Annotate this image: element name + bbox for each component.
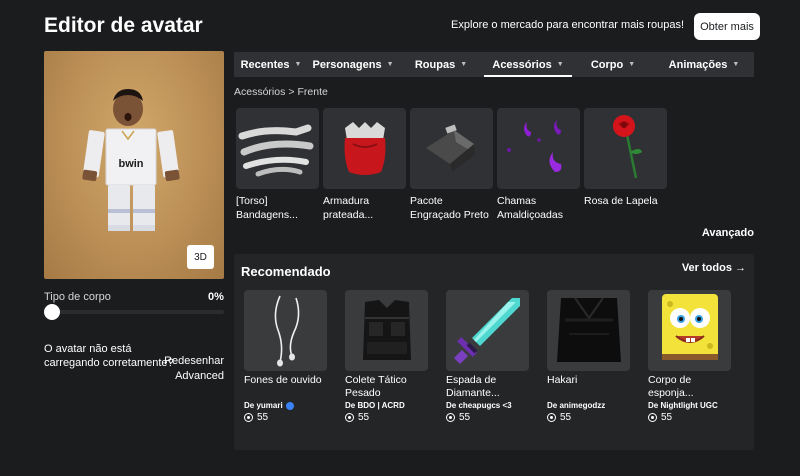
recommended-item[interactable]: Fones de ouvido De yumari 55 (244, 290, 327, 423)
accessory-item[interactable]: [Torso] Bandagens... (236, 108, 319, 222)
avatar-issue-text: O avatar não está carregando corretament… (44, 343, 174, 369)
accessory-item-name: [Torso] Bandagens... (236, 195, 298, 221)
earphones-icon (244, 290, 327, 371)
recommended-title: Recomendado (241, 264, 331, 279)
accessory-item[interactable]: Rosa de Lapela (584, 108, 667, 208)
recommended-item[interactable]: Corpo de esponja... De Nightlight UGC 55 (648, 290, 731, 423)
breadcrumb: Acessórios > Frente (234, 86, 328, 98)
chevron-down-icon: ▼ (294, 61, 302, 68)
accessory-item-name: Pacote Engraçado Preto (410, 195, 489, 221)
recommended-item-name: Fones de ouvido (244, 374, 322, 386)
avatar-shirt-text: bwin (118, 158, 143, 170)
sponge-body-icon (648, 290, 731, 371)
chevron-down-icon: ▼ (628, 61, 636, 68)
body-type-slider-thumb[interactable] (44, 304, 60, 320)
tab-corpo[interactable]: Corpo ▼ (572, 52, 654, 77)
breadcrumb-parent[interactable]: Acessórios (234, 86, 285, 98)
accessory-item[interactable]: Chamas Amaldiçoadas (497, 108, 580, 222)
robux-icon (345, 413, 354, 422)
black-pack-icon (410, 108, 493, 189)
recommended-item-name: Colete Tático Pesado (345, 374, 407, 399)
accessory-item-name: Chamas Amaldiçoadas (497, 195, 563, 221)
recommended-item-price: 55 (547, 412, 630, 423)
robux-icon (244, 413, 253, 422)
bandages-icon (236, 108, 319, 189)
robux-icon (648, 413, 657, 422)
recommended-item-price: 55 (244, 412, 327, 423)
recommended-item[interactable]: Colete Tático Pesado De BDO | ACRD 55 (345, 290, 428, 423)
page-title: Editor de avatar (44, 14, 203, 37)
recommended-item-name: Hakari (547, 374, 578, 386)
hakari-icon (547, 290, 630, 371)
recommended-item-creator: De Nightlight UGC (648, 401, 718, 410)
tab-acessorios[interactable]: Acessórios ▼ (484, 52, 572, 77)
accessory-item-name: Rosa de Lapela (584, 195, 658, 207)
verified-badge-icon (285, 401, 294, 410)
recommended-panel: Recomendado Ver todos → Fones de ouvido … (234, 254, 754, 450)
body-type-value: 0% (208, 291, 224, 303)
recommended-item-price: 55 (345, 412, 428, 423)
category-tab-bar: Recentes ▼ Personagens ▼ Roupas ▼ Acessório… (234, 52, 754, 77)
recommended-item-creator: De animegodzz (547, 401, 606, 410)
robux-icon (547, 413, 556, 422)
recommended-item-price: 55 (648, 412, 731, 423)
breadcrumb-current: Frente (297, 86, 328, 98)
recommended-item-creator: De BDO | ACRD (345, 401, 405, 410)
tab-roupas[interactable]: Roupas ▼ (398, 52, 484, 77)
see-all-link[interactable]: Ver todos → (682, 262, 746, 274)
view-3d-button[interactable]: 3D (187, 245, 214, 269)
tab-recentes[interactable]: Recentes ▼ (234, 52, 308, 77)
accessory-item[interactable]: Pacote Engraçado Preto (410, 108, 493, 222)
accessory-item[interactable]: Armadura prateada... (323, 108, 406, 222)
tactical-vest-icon (345, 290, 428, 371)
chevron-down-icon: ▼ (732, 61, 740, 68)
rose-icon (584, 108, 667, 189)
avatar-advanced-link[interactable]: Advanced (175, 370, 224, 382)
recommended-item-creator: De cheapugcs <3 (446, 401, 512, 410)
diamond-sword-icon (446, 290, 529, 371)
recommended-item[interactable]: Espada de Diamante... De cheapugcs <3 55 (446, 290, 529, 423)
tab-personagens[interactable]: Personagens ▼ (308, 52, 398, 77)
recommended-item-price: 55 (446, 412, 529, 423)
body-type-label: Tipo de corpo (44, 291, 111, 303)
robux-icon (446, 413, 455, 422)
body-type-slider-track[interactable] (52, 310, 224, 314)
recommended-item[interactable]: Hakari De animegodzz 55 (547, 290, 630, 423)
explore-marketplace-text: Explore o mercado para encontrar mais ro… (451, 19, 684, 31)
tab-animacoes[interactable]: Animações ▼ (654, 52, 754, 77)
chevron-down-icon: ▼ (386, 61, 394, 68)
avatar-preview[interactable]: bwin 3D (44, 51, 224, 279)
advanced-link[interactable]: Avançado (702, 227, 754, 239)
redraw-link[interactable]: Redesenhar (164, 355, 224, 367)
recommended-item-name: Espada de Diamante... (446, 374, 500, 399)
armor-icon (323, 108, 406, 189)
chevron-down-icon: ▼ (556, 61, 564, 68)
cursed-flames-icon (497, 108, 580, 189)
chevron-down-icon: ▼ (460, 61, 468, 68)
get-more-button[interactable]: Obter mais (694, 13, 760, 40)
recommended-item-name: Corpo de esponja... (648, 374, 694, 399)
accessory-item-name: Armadura prateada... (323, 195, 374, 221)
breadcrumb-separator: > (288, 86, 295, 98)
recommended-item-creator: De yumari (244, 401, 327, 410)
